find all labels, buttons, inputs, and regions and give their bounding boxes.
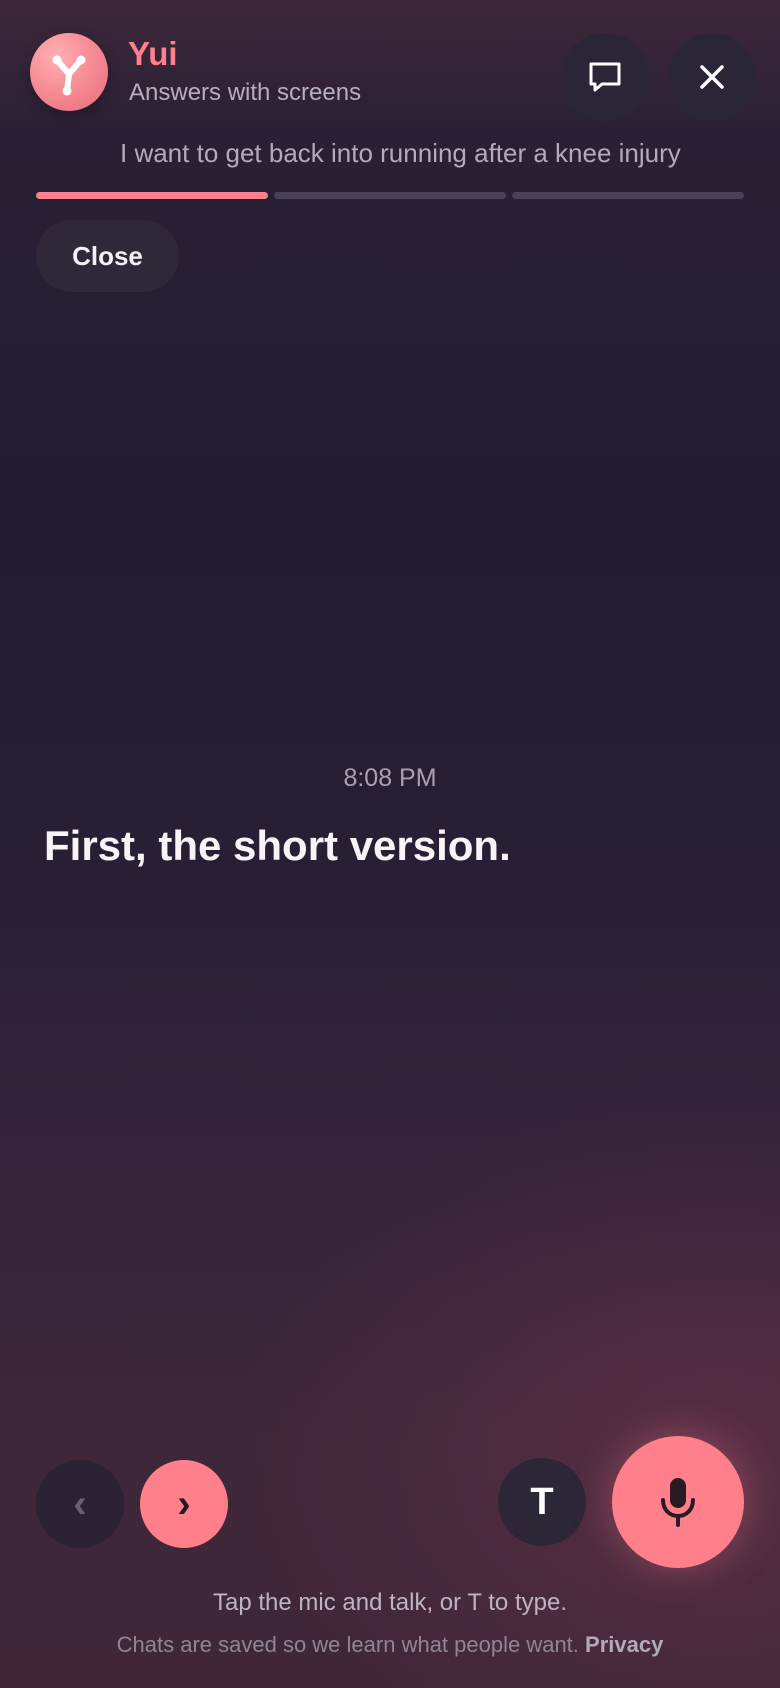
mic-button[interactable] [612,1436,744,1568]
agent-avatar [30,33,108,111]
privacy-link[interactable]: Privacy [585,1632,663,1657]
agent-subtitle: Answers with screens [129,79,362,106]
microphone-icon [661,1478,695,1527]
close-button[interactable]: Close [36,220,179,292]
previous-button[interactable]: ‹ [36,1460,124,1548]
message-timestamp: 8:08 PM [343,764,437,792]
chat-bubble-icon [589,62,621,92]
progress-segment-1 [36,192,268,199]
input-hint: Tap the mic and talk, or T to type. [213,1589,567,1616]
progress-segment-3 [512,192,744,199]
chat-button[interactable] [561,33,649,121]
message-headline: First, the short version. [44,822,511,869]
progress-segment-2 [274,192,506,199]
next-button[interactable]: › [140,1460,228,1548]
progress-bar [36,192,744,199]
user-prompt: I want to get back into running after a … [120,138,681,168]
close-icon [700,65,724,89]
agent-name: Yui [128,35,178,72]
privacy-text: Chats are saved so we learn what people … [116,1632,579,1657]
type-button[interactable]: T [498,1458,586,1546]
dismiss-button[interactable] [668,33,756,121]
privacy-notice: Chats are saved so we learn what people … [0,1630,780,1660]
agent-logo-icon [52,55,86,96]
